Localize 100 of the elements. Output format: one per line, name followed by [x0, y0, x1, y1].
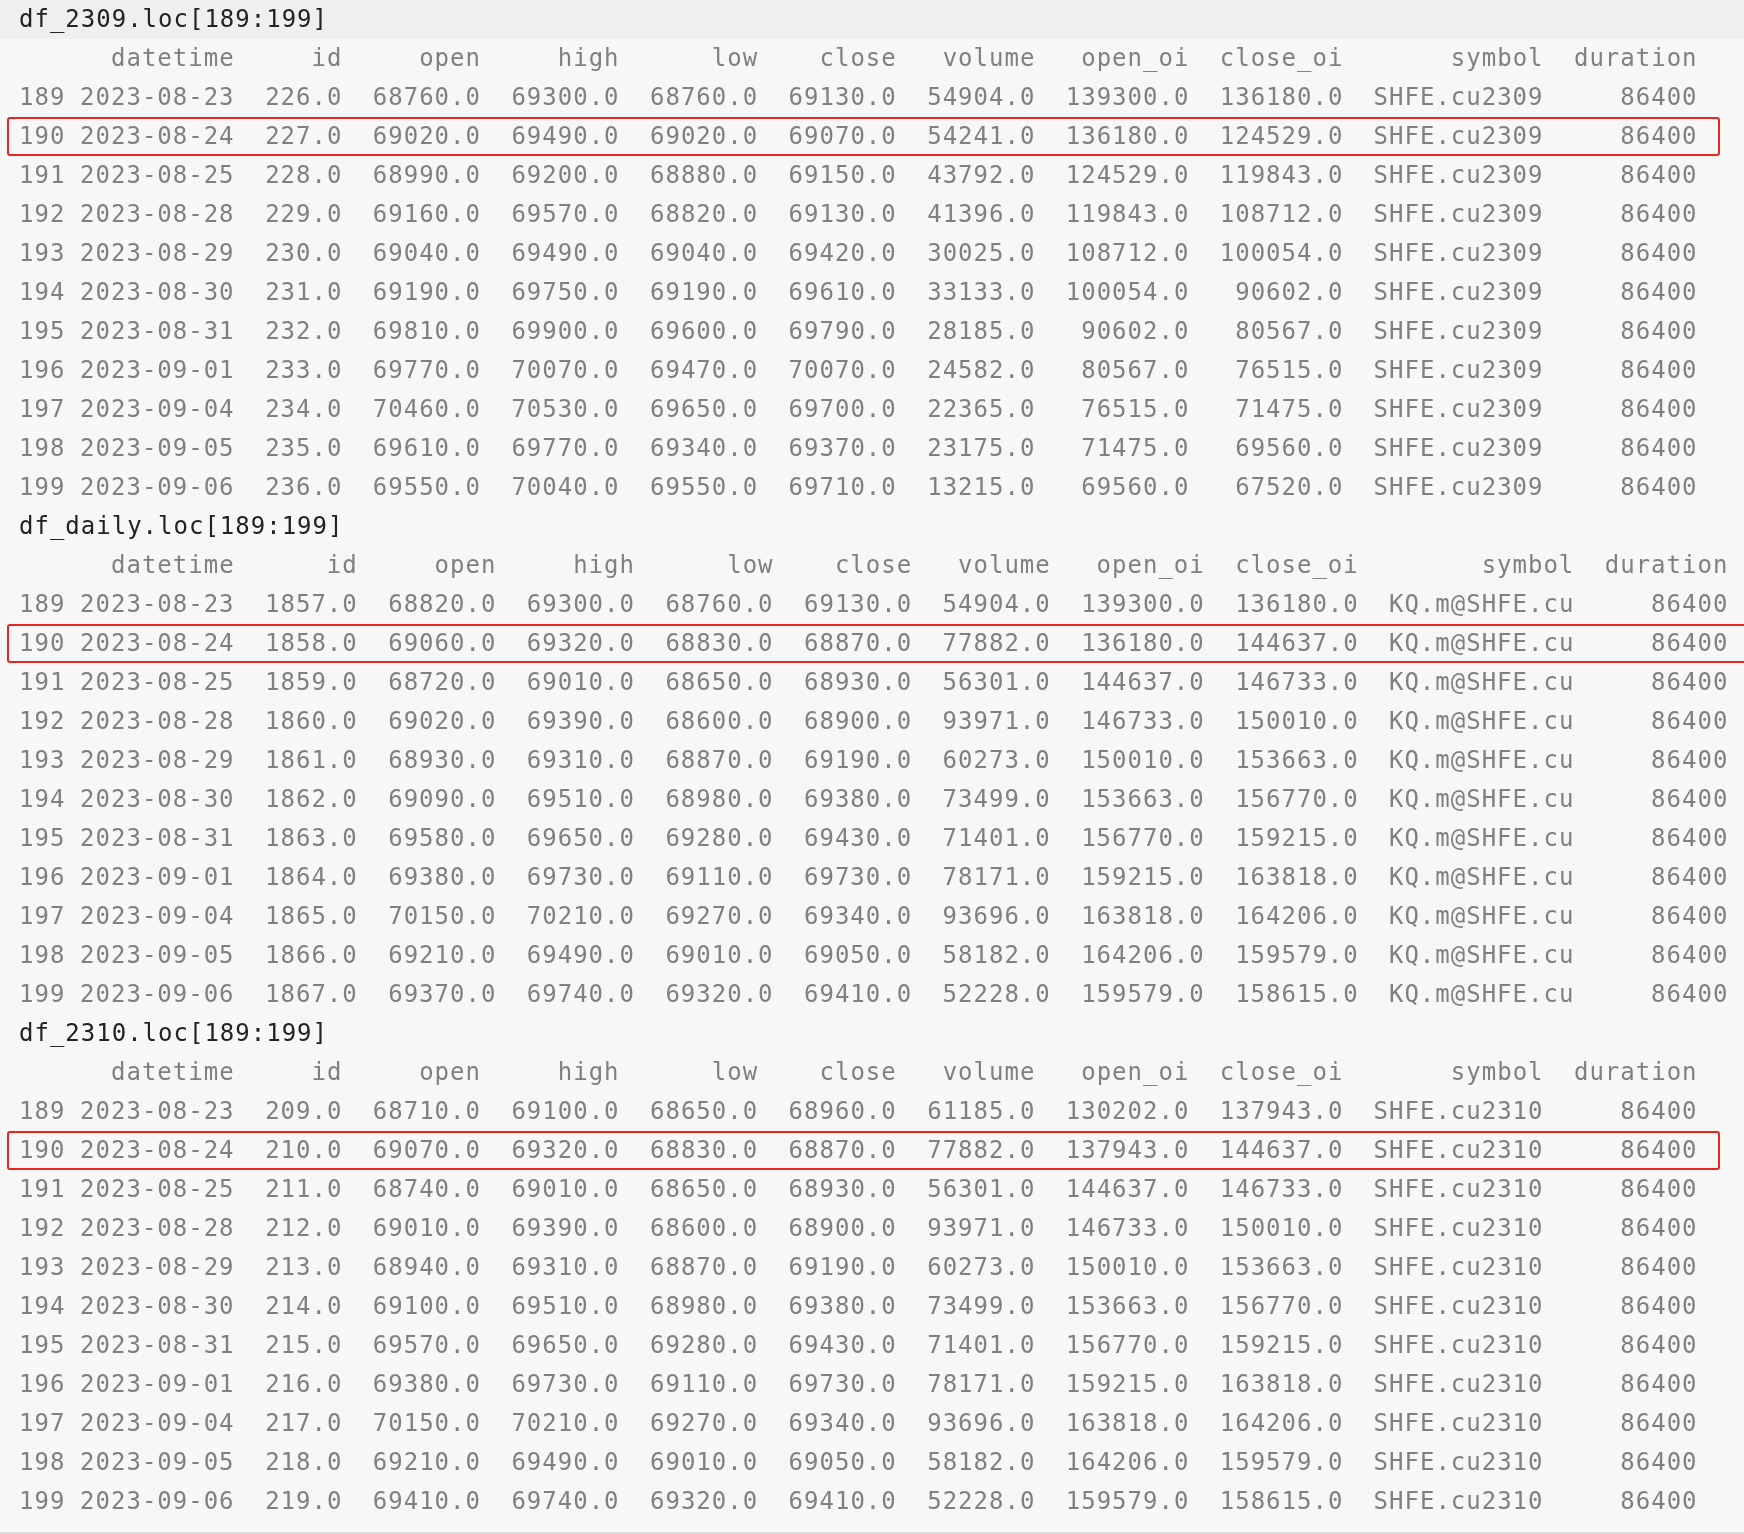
table-cell-text: 68760.0 [649, 82, 759, 113]
table-cell-text: 69270.0 [649, 1408, 759, 1439]
table-cell-text: 2023-09-06 [79, 979, 235, 1010]
table-cell-text: 68980.0 [664, 784, 774, 815]
table-cell-text: 69010.0 [664, 940, 774, 971]
table-cell-text: 69040.0 [371, 238, 481, 269]
table-cell-text: 68650.0 [649, 1096, 759, 1127]
table-cell-text: 2023-08-31 [79, 1330, 235, 1361]
table-cell-text: KQ.m@SHFE.cu [1387, 667, 1575, 698]
table-cell-text: 233.0 [264, 355, 343, 386]
table-cell-text: 153663.0 [1234, 745, 1359, 776]
table-cell-text: 86400 [1619, 1486, 1698, 1517]
table-cell-text: 209.0 [264, 1096, 343, 1127]
table-cell-text: 70070.0 [510, 355, 620, 386]
table-cell-text: 69570.0 [510, 199, 620, 230]
table-cell-text: 2023-08-23 [79, 1096, 235, 1127]
table-cell-text: 69560.0 [1080, 472, 1190, 503]
table-cell-text: KQ.m@SHFE.cu [1387, 745, 1575, 776]
table-cell-text: 68870.0 [649, 1252, 759, 1283]
table-cell-text: KQ.m@SHFE.cu [1387, 979, 1575, 1010]
row-index: 193 [19, 238, 66, 269]
table-cell-text: 2023-08-24 [79, 628, 235, 659]
column-header: close [818, 1057, 897, 1088]
table-cell-text: 159215.0 [1064, 1369, 1190, 1400]
table-cell-text: 56301.0 [926, 1174, 1036, 1205]
table-cell-text: SHFE.cu2310 [1372, 1447, 1544, 1478]
table-cell-text: 86400 [1619, 277, 1698, 308]
table-cell-text: 136180.0 [1064, 121, 1190, 152]
column-header: duration [1603, 550, 1729, 581]
table-cell-text: 124529.0 [1218, 121, 1344, 152]
table-cell-text: 2023-09-01 [79, 355, 235, 386]
column-header: low [710, 43, 759, 74]
table-cell-text: KQ.m@SHFE.cu [1387, 706, 1575, 737]
table-cell-text: 69730.0 [803, 862, 913, 893]
table-cell-text: 100054.0 [1064, 277, 1190, 308]
table-cell-text: 86400 [1619, 1330, 1698, 1361]
table-cell-text: 68940.0 [371, 1252, 481, 1283]
table-cell-text: SHFE.cu2309 [1372, 277, 1544, 308]
row-index: 198 [19, 940, 66, 971]
row-index: 196 [19, 355, 66, 386]
table-cell-text: 73499.0 [941, 784, 1051, 815]
table-cell-text: 69320.0 [510, 1135, 620, 1166]
table-cell-text: SHFE.cu2310 [1372, 1486, 1544, 1517]
column-header: close_oi [1218, 1057, 1344, 1088]
column-header: id [325, 550, 358, 581]
table-cell-text: 69730.0 [510, 1369, 620, 1400]
table-cell-text: 68900.0 [787, 1213, 897, 1244]
table-cell-text: 146733.0 [1234, 667, 1359, 698]
column-header: datetime [110, 1057, 235, 1088]
table-cell-text: SHFE.cu2309 [1372, 121, 1544, 152]
table-cell-text: 231.0 [264, 277, 343, 308]
column-header: low [710, 1057, 759, 1088]
table-cell-text: 68960.0 [787, 1096, 897, 1127]
table-cell-text: 1859.0 [264, 667, 358, 698]
table-cell-text: 227.0 [264, 121, 343, 152]
table-cell-text: 69380.0 [803, 784, 913, 815]
table-cell-text: 217.0 [264, 1408, 343, 1439]
table-cell-text: 69650.0 [510, 1330, 620, 1361]
table-cell-text: 86400 [1619, 238, 1698, 269]
table-cell-text: 52228.0 [926, 1486, 1036, 1517]
row-index: 189 [19, 82, 66, 113]
table-cell-text: 86400 [1650, 745, 1729, 776]
table-cell-text: 69370.0 [387, 979, 497, 1010]
table-cell-text: 2023-09-01 [79, 1369, 235, 1400]
column-header: close_oi [1234, 550, 1359, 581]
table-cell-text: 69150.0 [787, 160, 897, 191]
column-header: duration [1572, 43, 1698, 74]
table-cell-text: 86400 [1650, 628, 1729, 659]
table-cell-text: 68600.0 [664, 706, 774, 737]
table-cell-text: 86400 [1650, 901, 1729, 932]
column-header: high [556, 43, 620, 74]
table-cell-text: SHFE.cu2310 [1372, 1174, 1544, 1205]
table-cell-text: 86400 [1619, 1252, 1698, 1283]
table-cell-text: 69320.0 [525, 628, 635, 659]
table-cell-text: 77882.0 [941, 628, 1051, 659]
table-cell-text: 69650.0 [649, 394, 759, 425]
table-cell-text: 2023-08-29 [79, 1252, 235, 1283]
table-cell-text: 70070.0 [787, 355, 897, 386]
table-cell-text: 69510.0 [510, 1291, 620, 1322]
table-cell-text: KQ.m@SHFE.cu [1387, 940, 1575, 971]
table-cell-text: 69270.0 [664, 901, 774, 932]
row-index: 190 [19, 1135, 66, 1166]
row-index: 191 [19, 667, 66, 698]
table-cell-text: 156770.0 [1218, 1291, 1344, 1322]
table-cell-text: 146733.0 [1080, 706, 1205, 737]
table-cell-text: 68930.0 [803, 667, 913, 698]
column-header: open [433, 550, 497, 581]
table-cell-text: 144637.0 [1064, 1174, 1190, 1205]
table-cell-text: 69050.0 [803, 940, 913, 971]
table-cell-text: 69280.0 [649, 1330, 759, 1361]
table-cell-text: 86400 [1650, 589, 1729, 620]
table-cell-text: 69380.0 [371, 1369, 481, 1400]
table-cell-text: 69100.0 [510, 1096, 620, 1127]
row-index: 195 [19, 823, 66, 854]
table-cell-text: 69570.0 [371, 1330, 481, 1361]
table-cell-text: 69110.0 [664, 862, 774, 893]
table-cell-text: 69190.0 [803, 745, 913, 776]
column-header: close_oi [1218, 43, 1344, 74]
table-cell-text: 2023-09-06 [79, 472, 235, 503]
table-cell-text: 228.0 [264, 160, 343, 191]
